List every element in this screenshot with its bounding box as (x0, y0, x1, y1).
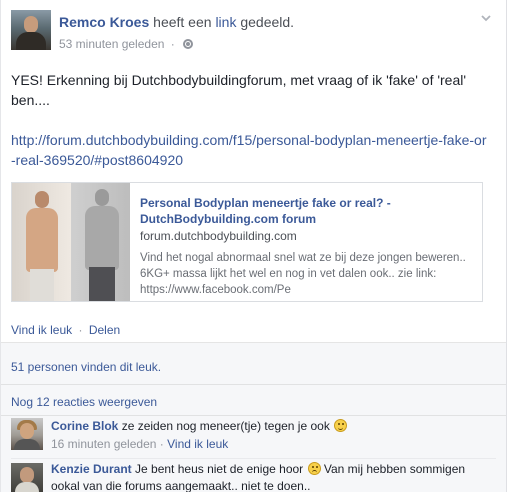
action-suffix: gedeeld. (240, 14, 295, 30)
link-preview-image[interactable] (12, 183, 130, 301)
comment: Kenzie Durant Je bent heus niet de enige… (11, 458, 496, 492)
comment-like-button[interactable]: Vind ik leuk (167, 437, 228, 451)
post-timestamp[interactable]: 53 minuten geleden (59, 37, 164, 51)
more-comments-row: Nog 12 reacties weergeven (1, 386, 506, 416)
comment-text: ze zeiden nog meneer(tje) tegen je ook (121, 419, 330, 433)
post-text: YES! Erkenning bij Dutchbodybuildingforu… (11, 72, 467, 108)
post-url-link[interactable]: http://forum.dutchbodybuilding.com/f15/p… (11, 130, 491, 170)
share-button[interactable]: Delen (89, 323, 120, 337)
comment: Corine Blok ze zeiden nog meneer(tje) te… (11, 418, 496, 456)
link-preview-domain: forum.dutchbodybuilding.com (140, 229, 297, 243)
news-feed-post: Remco Kroes heeft een link gedeeld. 53 m… (0, 0, 507, 492)
more-comments-link[interactable]: Nog 12 reacties weergeven (11, 395, 157, 409)
post-meta: 53 minuten geleden · (59, 37, 194, 51)
comment-meta-separator: · (159, 437, 164, 451)
likes-summary[interactable]: 51 personen vinden dit leuk. (11, 360, 161, 374)
link-preview-description: Vind het nogal abnormaal snel wat ze bij… (140, 252, 466, 296)
post-headline: Remco Kroes heeft een link gedeeld. (59, 14, 294, 30)
comment-time[interactable]: 16 minuten geleden (51, 437, 156, 451)
commenter-name[interactable]: Corine Blok (51, 419, 118, 433)
link-preview-card[interactable]: Personal Bodyplan meneertje fake or real… (11, 182, 483, 302)
action-prefix: heeft een (153, 14, 212, 30)
comment-body: Kenzie Durant Je bent heus niet de enige… (51, 461, 491, 492)
meta-separator: · (170, 37, 175, 51)
frown-emoticon-icon (307, 462, 321, 475)
chevron-down-icon[interactable] (480, 12, 492, 24)
comment-meta: 16 minuten geleden · Vind ik leuk (51, 437, 228, 451)
post-actions: Vind ik leuk · Delen (11, 323, 120, 337)
action-link[interactable]: link (215, 14, 236, 30)
link-preview-title[interactable]: Personal Bodyplan meneertje fake or real… (140, 195, 470, 227)
smile-emoticon-icon (334, 419, 348, 432)
commenter-avatar[interactable] (11, 418, 43, 450)
commenter-name[interactable]: Kenzie Durant (51, 462, 132, 476)
like-button[interactable]: Vind ik leuk (11, 323, 72, 337)
feedback-section: 51 personen vinden dit leuk. Nog 12 reac… (1, 342, 506, 492)
globe-icon[interactable] (183, 39, 194, 49)
post-header: Remco Kroes heeft een link gedeeld. 53 m… (11, 10, 496, 54)
likes-row: 51 personen vinden dit leuk. (1, 343, 506, 385)
commenter-avatar[interactable] (11, 463, 43, 492)
author-name[interactable]: Remco Kroes (59, 14, 149, 30)
action-separator: · (78, 323, 83, 337)
comment-body: Corine Blok ze zeiden nog meneer(tje) te… (51, 418, 491, 435)
author-avatar[interactable] (11, 10, 51, 50)
comment-text-before: Je bent heus niet de enige hoor (135, 462, 304, 476)
